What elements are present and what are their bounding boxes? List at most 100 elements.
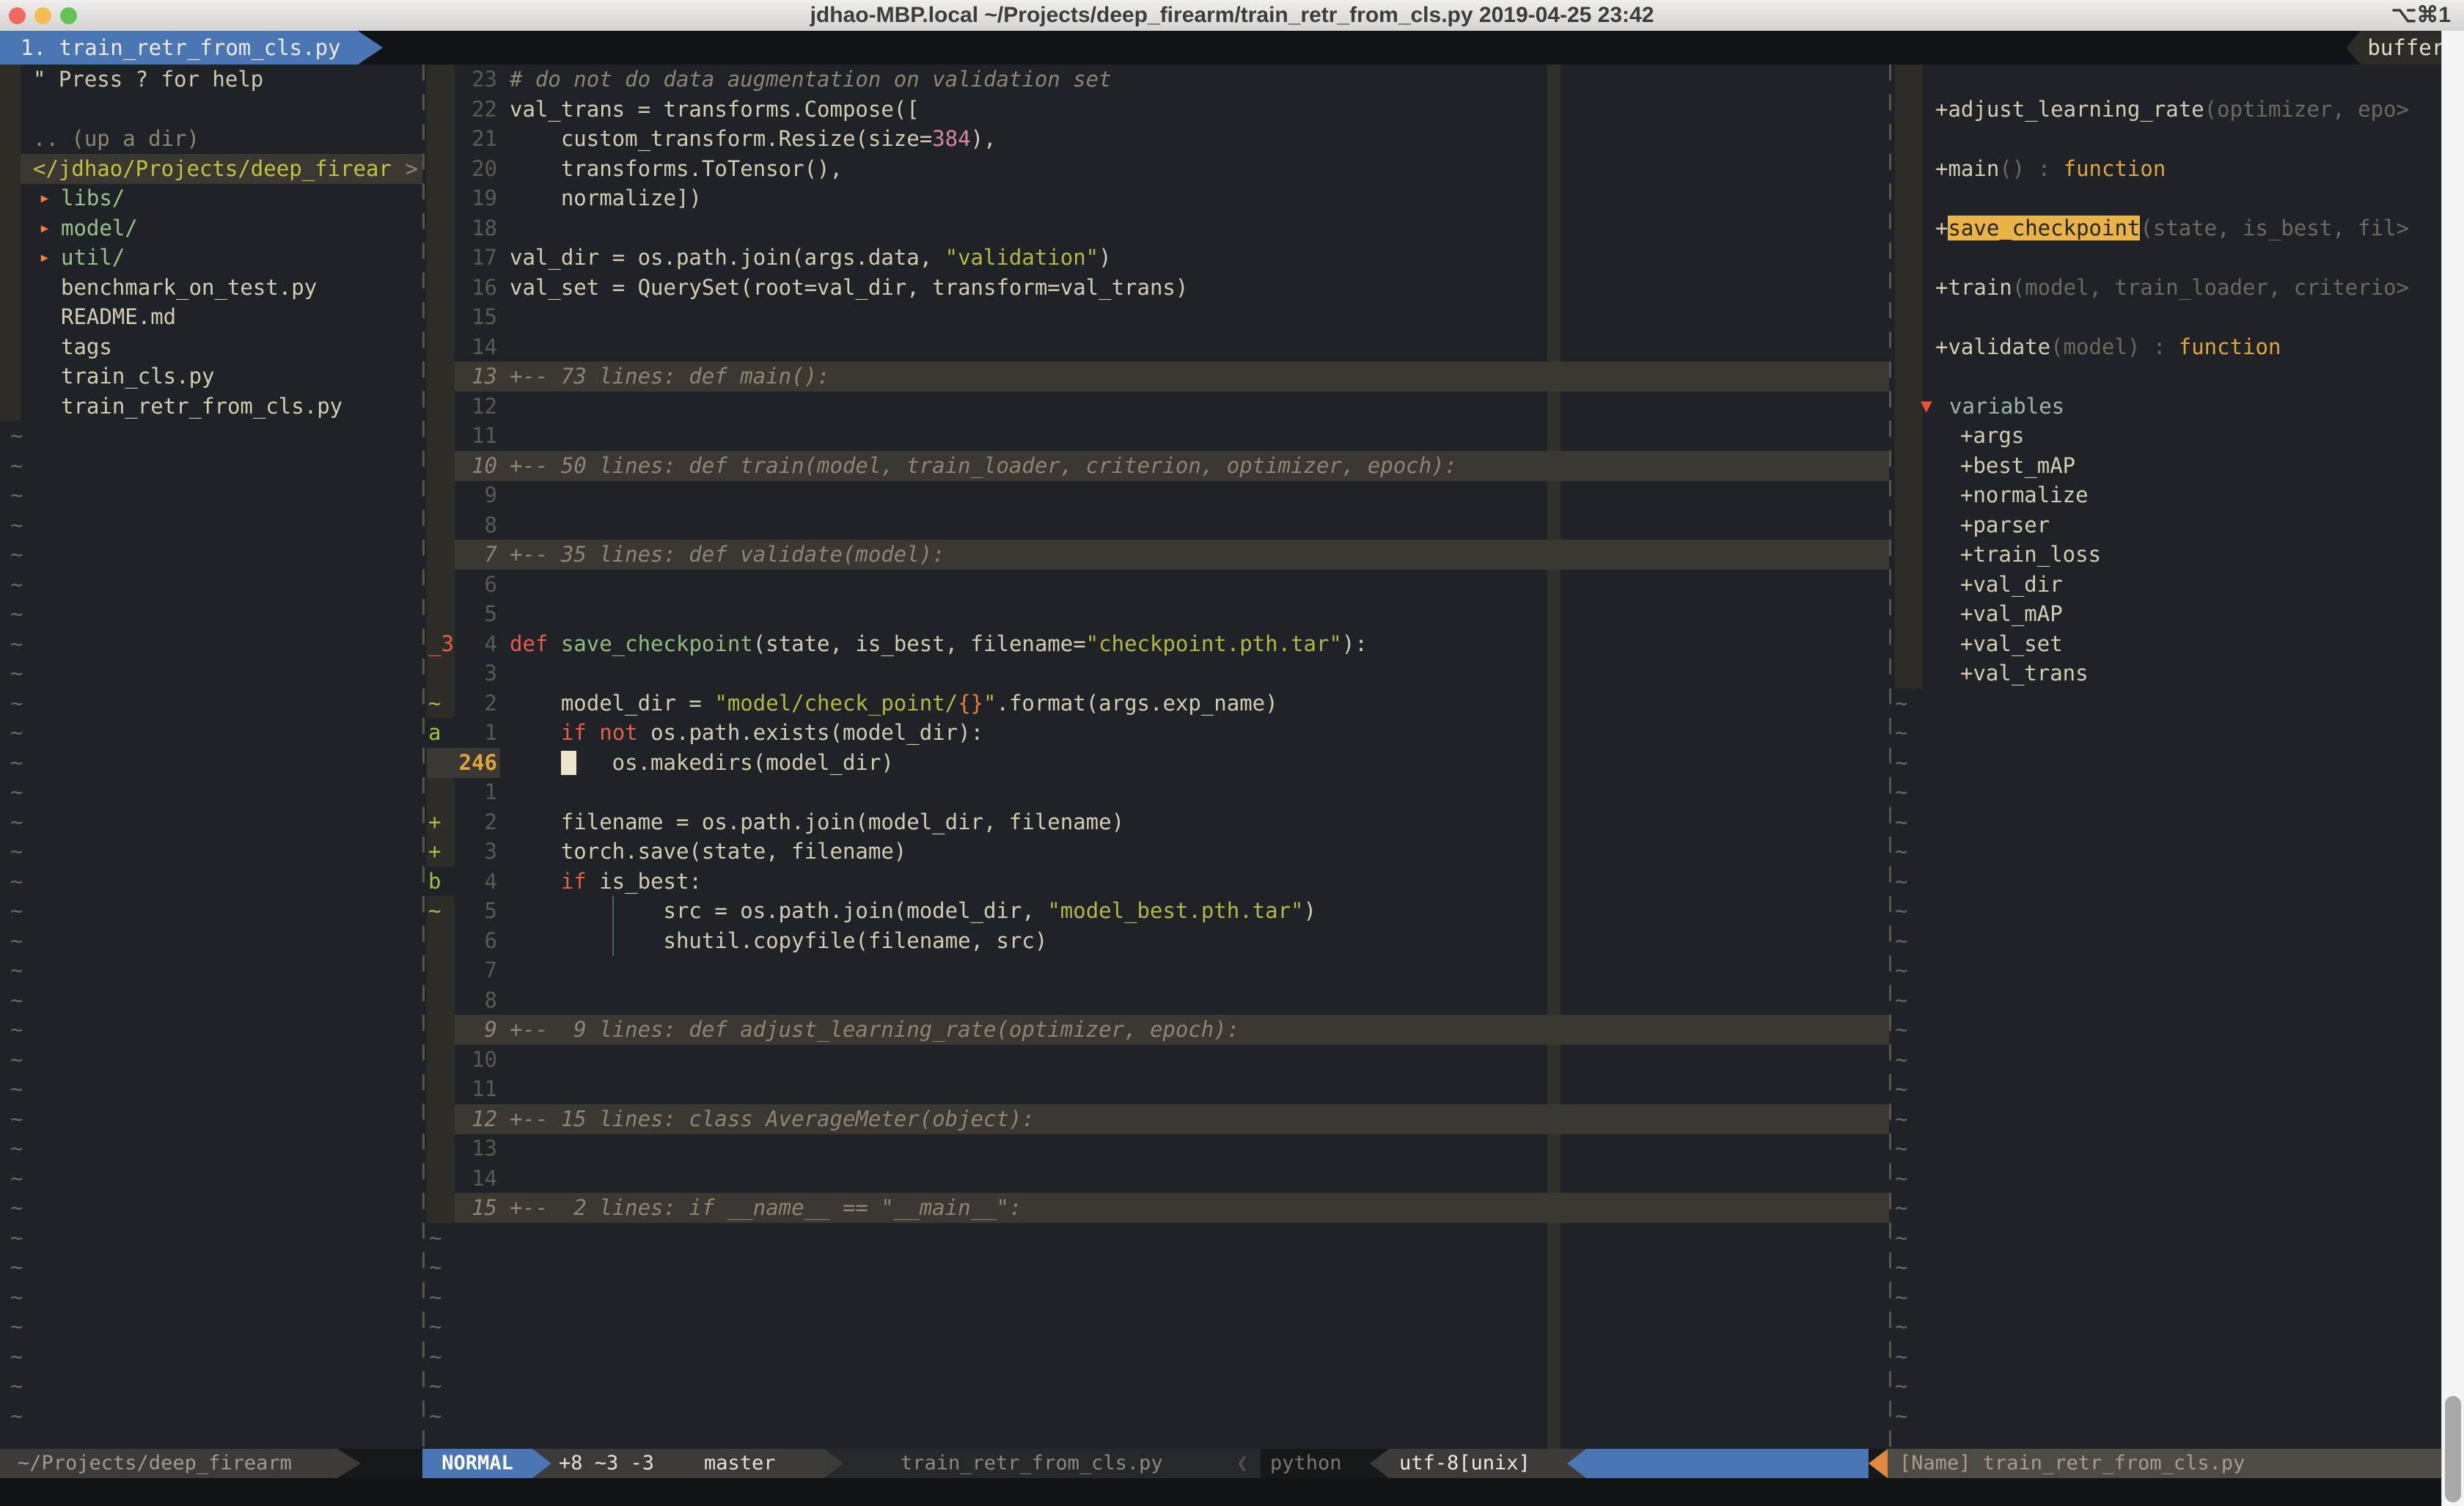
code-line[interactable]: 17val_dir = os.path.join(args.data, "val…: [422, 243, 1889, 273]
code-line[interactable]: 19 normalize]): [422, 183, 1889, 213]
code-line[interactable]: 16val_set = QuerySet(root=val_dir, trans…: [422, 273, 1889, 303]
tilde-icon: ~: [1895, 1252, 1907, 1282]
folded-line[interactable]: 12+-- 15 lines: class AverageMeter(objec…: [422, 1104, 1889, 1134]
code-line[interactable]: 18: [422, 213, 1889, 243]
tagbar-member-label: +parser: [1960, 510, 2050, 540]
code-line[interactable]: 13: [422, 1134, 1889, 1164]
fold-summary-text: +-- 15 lines: class AverageMeter(object)…: [510, 1104, 1035, 1134]
code-line[interactable]: 12: [422, 392, 1889, 422]
code-line[interactable]: 5~ src = os.path.join(model_dir, "model_…: [422, 896, 1889, 926]
tilde-icon: ~: [10, 1223, 23, 1253]
folded-line[interactable]: 7+-- 35 lines: def validate(model):: [422, 540, 1889, 570]
empty-line-marker: ~: [1892, 1104, 2441, 1134]
code-line[interactable]: 20 transforms.ToTensor(),: [422, 154, 1889, 184]
code-text: torch.save(state, filename): [510, 837, 906, 867]
nerdtree-item-file[interactable]: train_retr_from_cls.py: [0, 392, 422, 422]
folded-line[interactable]: 13+-- 73 lines: def main():: [422, 361, 1889, 392]
nerdtree-item-dir[interactable]: ▸model/: [0, 213, 422, 243]
tagbar-member[interactable]: +normalize: [1892, 480, 2441, 510]
empty-line-marker: ~: [0, 896, 422, 926]
folded-line[interactable]: 15+-- 2 lines: if __name__ == "__main__"…: [422, 1193, 1889, 1223]
tagbar-tag[interactable]: +train(model, train_loader, criterio>: [1892, 273, 2441, 303]
tagbar-member[interactable]: +train_loss: [1892, 540, 2441, 570]
code-line[interactable]: 7: [422, 955, 1889, 985]
folded-line[interactable]: 9+-- 9 lines: def adjust_learning_rate(o…: [422, 1015, 1889, 1045]
tilde-icon: ~: [1895, 1312, 1907, 1342]
tagbar-tag[interactable]: +save_checkpoint(state, is_best, fil>: [1892, 213, 2441, 243]
tagbar-member[interactable]: +val_set: [1892, 629, 2441, 659]
code-line[interactable]: 2~ model_dir = "model/check_point/{}".fo…: [422, 688, 1889, 719]
code-line[interactable]: 4_3def save_checkpoint(state, is_best, f…: [422, 629, 1889, 659]
code-line[interactable]: 11: [422, 1074, 1889, 1104]
empty-line-marker: ~: [0, 1223, 422, 1253]
tagbar-blank-line: [1892, 124, 2441, 154]
empty-line-marker: ~: [0, 1104, 422, 1134]
nerdtree-item-file[interactable]: tags: [0, 332, 422, 362]
tagbar-tag[interactable]: +validate(model) : function: [1892, 332, 2441, 362]
folded-line[interactable]: 10+-- 50 lines: def train(model, train_l…: [422, 451, 1889, 481]
tilde-icon: ~: [10, 1104, 23, 1134]
code-line[interactable]: 8: [422, 510, 1889, 540]
line-number: 4: [455, 629, 497, 659]
code-line[interactable]: 1a if not os.path.exists(model_dir):: [422, 718, 1889, 748]
nerdtree-item-file[interactable]: train_cls.py: [0, 361, 422, 392]
tagbar-member[interactable]: +val_mAP: [1892, 599, 2441, 629]
empty-line-marker: ~: [0, 1164, 422, 1194]
nerdtree-root-path[interactable]: </jdhao/Projects/deep_firear: [33, 154, 392, 184]
nerdtree-item-root[interactable]: </jdhao/Projects/deep_firear>: [0, 154, 422, 184]
code-line[interactable]: 11: [422, 421, 1889, 451]
code-line[interactable]: 3+ torch.save(state, filename): [422, 837, 1889, 867]
tilde-icon: ~: [10, 510, 23, 540]
tilde-icon: ~: [10, 1401, 23, 1431]
tagbar-member-label: +val_mAP: [1960, 599, 2063, 629]
code-line[interactable]: 4b if is_best:: [422, 867, 1889, 897]
tagbar-section[interactable]: ▼variables: [1892, 392, 2441, 422]
empty-line-marker: ~: [1892, 926, 2441, 956]
empty-line-marker: ~: [1892, 1015, 2441, 1045]
macos-scrollbar[interactable]: [2441, 31, 2464, 1506]
code-text: filename = os.path.join(model_dir, filen…: [510, 807, 1124, 837]
code-line[interactable]: 6 shutil.copyfile(filename, src): [422, 926, 1889, 956]
empty-line-marker: ~: [422, 1252, 1889, 1282]
tagbar-member[interactable]: +parser: [1892, 510, 2441, 540]
tagbar-tag-text: +adjust_learning_rate: [1935, 97, 2204, 122]
nerdtree-item-dir[interactable]: ▸util/: [0, 243, 422, 273]
tagbar-member[interactable]: +val_trans: [1892, 658, 2441, 688]
tilde-icon: ~: [10, 1342, 23, 1372]
nerdtree-item-dir[interactable]: ▸libs/: [0, 183, 422, 213]
code-line[interactable]: 3: [422, 658, 1889, 688]
code-line[interactable]: 22val_trans = transforms.Compose([: [422, 95, 1889, 125]
empty-line-marker: ~: [0, 748, 422, 778]
empty-line-marker: ~: [1892, 1282, 2441, 1312]
nerdtree-item-file[interactable]: benchmark_on_test.py: [0, 273, 422, 303]
tagbar-tag[interactable]: +main() : function: [1892, 154, 2441, 184]
code-line[interactable]: 246 os.makedirs(model_dir): [422, 748, 1889, 778]
code-line[interactable]: 15: [422, 302, 1889, 332]
empty-line-marker: ~: [0, 926, 422, 956]
tagbar-member[interactable]: +best_mAP: [1892, 451, 2441, 481]
code-line[interactable]: 2+ filename = os.path.join(model_dir, fi…: [422, 807, 1889, 837]
tilde-icon: ~: [10, 599, 23, 629]
code-line[interactable]: 8: [422, 985, 1889, 1015]
line-number: 14: [455, 332, 497, 362]
macos-scrollbar-thumb[interactable]: [2445, 1396, 2461, 1502]
nerdtree-item-file[interactable]: README.md: [0, 302, 422, 332]
tab-train-retr-from-cls[interactable]: 1. train_retr_from_cls.py: [0, 31, 383, 65]
tagbar-member[interactable]: +val_dir: [1892, 570, 2441, 600]
tagbar-member[interactable]: +args: [1892, 421, 2441, 451]
gitgutter-sign: ~: [428, 688, 441, 719]
line-number: 7: [455, 955, 497, 985]
code-line[interactable]: 10: [422, 1045, 1889, 1075]
code-line[interactable]: 1: [422, 777, 1889, 807]
window-separator-right[interactable]: [1889, 65, 1891, 1449]
code-line[interactable]: 21 custom_transform.Resize(size=384),: [422, 124, 1889, 154]
code-line[interactable]: 23# do not do data augmentation on valid…: [422, 65, 1889, 95]
tagbar-tag[interactable]: +adjust_learning_rate(optimizer, epo>: [1892, 95, 2441, 125]
line-number: 9: [455, 1015, 497, 1045]
code-line[interactable]: 9: [422, 480, 1889, 510]
code-line[interactable]: 14: [422, 332, 1889, 362]
nerdtree-item-up[interactable]: .. (up a dir): [0, 124, 422, 154]
code-line[interactable]: 14: [422, 1164, 1889, 1194]
code-line[interactable]: 5: [422, 599, 1889, 629]
code-line[interactable]: 6: [422, 570, 1889, 600]
